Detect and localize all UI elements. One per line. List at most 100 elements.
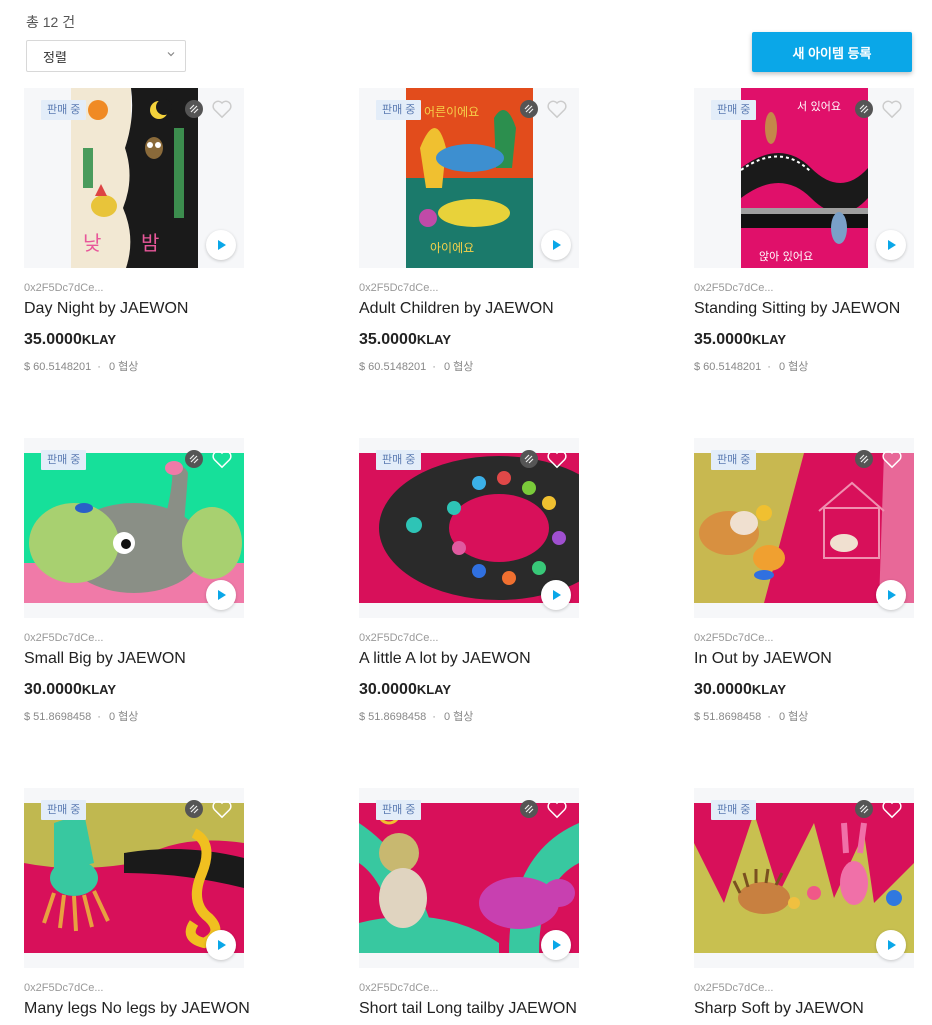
item-thumbnail[interactable]: 판매 중 — [694, 438, 914, 618]
heart-icon[interactable] — [211, 449, 233, 469]
klaytn-chain-icon — [185, 100, 203, 118]
heart-icon[interactable] — [546, 799, 568, 819]
play-button[interactable] — [206, 580, 236, 610]
item-title[interactable]: A little A lot by JAEWON — [359, 650, 531, 668]
owner-address[interactable]: 0x2F5Dc7dCe... — [24, 632, 103, 644]
item-title[interactable]: In Out by JAEWON — [694, 650, 832, 668]
item-card[interactable]: 어른이에요 아이에요 판매 중 0x2F5Dc7dCe... Adult Chi… — [359, 88, 579, 408]
klaytn-chain-icon — [855, 800, 873, 818]
play-button[interactable] — [206, 930, 236, 960]
on-sale-badge: 판매 중 — [711, 450, 757, 470]
heart-icon[interactable] — [881, 799, 903, 819]
item-title[interactable]: Small Big by JAEWON — [24, 650, 186, 668]
owner-address[interactable]: 0x2F5Dc7dCe... — [694, 632, 773, 644]
item-card[interactable]: 낮 밤 판매 중 0x2F5Dc7dCe... Day Night by JAE… — [24, 88, 244, 408]
offer-count: 0 협상 — [443, 711, 474, 723]
item-title[interactable]: Day Night by JAEWON — [24, 300, 188, 318]
item-thumbnail[interactable]: 판매 중 — [694, 788, 914, 968]
klaytn-chain-icon — [520, 450, 538, 468]
owner-address[interactable]: 0x2F5Dc7dCe... — [359, 282, 438, 294]
item-meta: $ 51.8698458 · 0 협상 — [694, 711, 809, 723]
item-price: 30.0000KLAY — [24, 681, 117, 698]
new-item-button[interactable]: 새 아이템 등록 — [752, 32, 912, 72]
heart-icon[interactable] — [881, 99, 903, 119]
heart-icon[interactable] — [546, 99, 568, 119]
usd-price: $ 60.5148201 — [694, 361, 762, 373]
item-price: 30.0000KLAY — [694, 681, 787, 698]
item-card[interactable]: 판매 중 0x2F5Dc7dCe... Small Big by JAEWON … — [24, 438, 244, 758]
item-thumbnail[interactable]: 어른이에요 아이에요 판매 중 — [359, 88, 579, 268]
chevron-down-icon — [167, 52, 175, 57]
play-button[interactable] — [876, 930, 906, 960]
heart-icon[interactable] — [211, 799, 233, 819]
heart-icon[interactable] — [881, 449, 903, 469]
play-button[interactable] — [206, 230, 236, 260]
artwork-image — [359, 453, 579, 603]
play-button[interactable] — [541, 230, 571, 260]
item-thumbnail[interactable]: 서 있어요 앉아 있어요 판매 중 — [694, 88, 914, 268]
item-count: 총 12 건 — [26, 14, 76, 30]
item-thumbnail[interactable]: 판매 중 — [359, 788, 579, 968]
play-button[interactable] — [541, 930, 571, 960]
on-sale-badge: 판매 중 — [376, 450, 422, 470]
usd-price: $ 51.8698458 — [694, 711, 762, 723]
item-title[interactable]: Short tail Long tailby JAEWON — [359, 1000, 577, 1018]
owner-address[interactable]: 0x2F5Dc7dCe... — [24, 282, 103, 294]
artwork-image: 낮 밤 — [71, 88, 198, 268]
owner-address[interactable]: 0x2F5Dc7dCe... — [359, 632, 438, 644]
artwork-image — [359, 803, 579, 953]
offer-count: 0 협상 — [108, 711, 139, 723]
play-button[interactable] — [876, 230, 906, 260]
item-title[interactable]: Adult Children by JAEWON — [359, 300, 554, 318]
play-button[interactable] — [876, 580, 906, 610]
owner-address[interactable]: 0x2F5Dc7dCe... — [24, 982, 103, 994]
on-sale-badge: 판매 중 — [376, 800, 422, 820]
item-card[interactable]: 판매 중 0x2F5Dc7dCe... Sharp Soft by JAEWON — [694, 788, 914, 1025]
artwork-image: 어른이에요 아이에요 — [406, 88, 533, 268]
item-title[interactable]: Sharp Soft by JAEWON — [694, 1000, 864, 1018]
on-sale-badge: 판매 중 — [376, 100, 422, 120]
owner-address[interactable]: 0x2F5Dc7dCe... — [694, 282, 773, 294]
item-thumbnail[interactable]: 판매 중 — [359, 438, 579, 618]
klaytn-chain-icon — [855, 450, 873, 468]
svg-text:낮: 낮 — [83, 231, 101, 255]
on-sale-badge: 판매 중 — [41, 100, 87, 120]
item-meta: $ 51.8698458 · 0 협상 — [24, 711, 139, 723]
artwork-image — [24, 803, 244, 953]
usd-price: $ 60.5148201 — [24, 361, 92, 373]
item-card[interactable]: 판매 중 0x2F5Dc7dCe... In Out by JAEWON 30.… — [694, 438, 914, 758]
on-sale-badge: 판매 중 — [711, 100, 757, 120]
item-card[interactable]: 서 있어요 앉아 있어요 판매 중 0x2F5Dc7dCe... Standin… — [694, 88, 914, 408]
artwork-image — [694, 803, 914, 953]
play-button[interactable] — [541, 580, 571, 610]
item-card[interactable]: 판매 중 0x2F5Dc7dCe... Many legs No legs by… — [24, 788, 250, 1025]
item-thumbnail[interactable]: 낮 밤 판매 중 — [24, 88, 244, 268]
usd-price: $ 51.8698458 — [24, 711, 92, 723]
item-meta: $ 60.5148201 · 0 협상 — [359, 361, 474, 373]
item-meta: $ 60.5148201 · 0 협상 — [694, 361, 809, 373]
heart-icon[interactable] — [546, 449, 568, 469]
artwork-image — [694, 453, 914, 603]
on-sale-badge: 판매 중 — [41, 450, 87, 470]
item-title[interactable]: Standing Sitting by JAEWON — [694, 300, 900, 318]
item-card[interactable]: 판매 중 0x2F5Dc7dCe... Short tail Long tail… — [359, 788, 579, 1025]
item-price: 35.0000KLAY — [694, 331, 787, 348]
toolbar: 총 12 건 정렬 새 아이템 등록 — [0, 0, 932, 80]
offer-count: 0 협상 — [778, 711, 809, 723]
item-meta: $ 60.5148201 · 0 협상 — [24, 361, 139, 373]
item-card[interactable]: 판매 중 0x2F5Dc7dCe... A little A lot by JA… — [359, 438, 579, 758]
item-price: 35.0000KLAY — [24, 331, 117, 348]
artwork-image: 서 있어요 앉아 있어요 — [741, 88, 868, 268]
owner-address[interactable]: 0x2F5Dc7dCe... — [694, 982, 773, 994]
sort-dropdown[interactable]: 정렬 — [26, 40, 186, 72]
item-thumbnail[interactable]: 판매 중 — [24, 788, 244, 968]
owner-address[interactable]: 0x2F5Dc7dCe... — [359, 982, 438, 994]
klaytn-chain-icon — [520, 100, 538, 118]
item-title[interactable]: Many legs No legs by JAEWON — [24, 1000, 250, 1018]
usd-price: $ 51.8698458 — [359, 711, 427, 723]
item-thumbnail[interactable]: 판매 중 — [24, 438, 244, 618]
on-sale-badge: 판매 중 — [711, 800, 757, 820]
heart-icon[interactable] — [211, 99, 233, 119]
offer-count: 0 협상 — [778, 361, 809, 373]
item-meta: $ 51.8698458 · 0 협상 — [359, 711, 474, 723]
